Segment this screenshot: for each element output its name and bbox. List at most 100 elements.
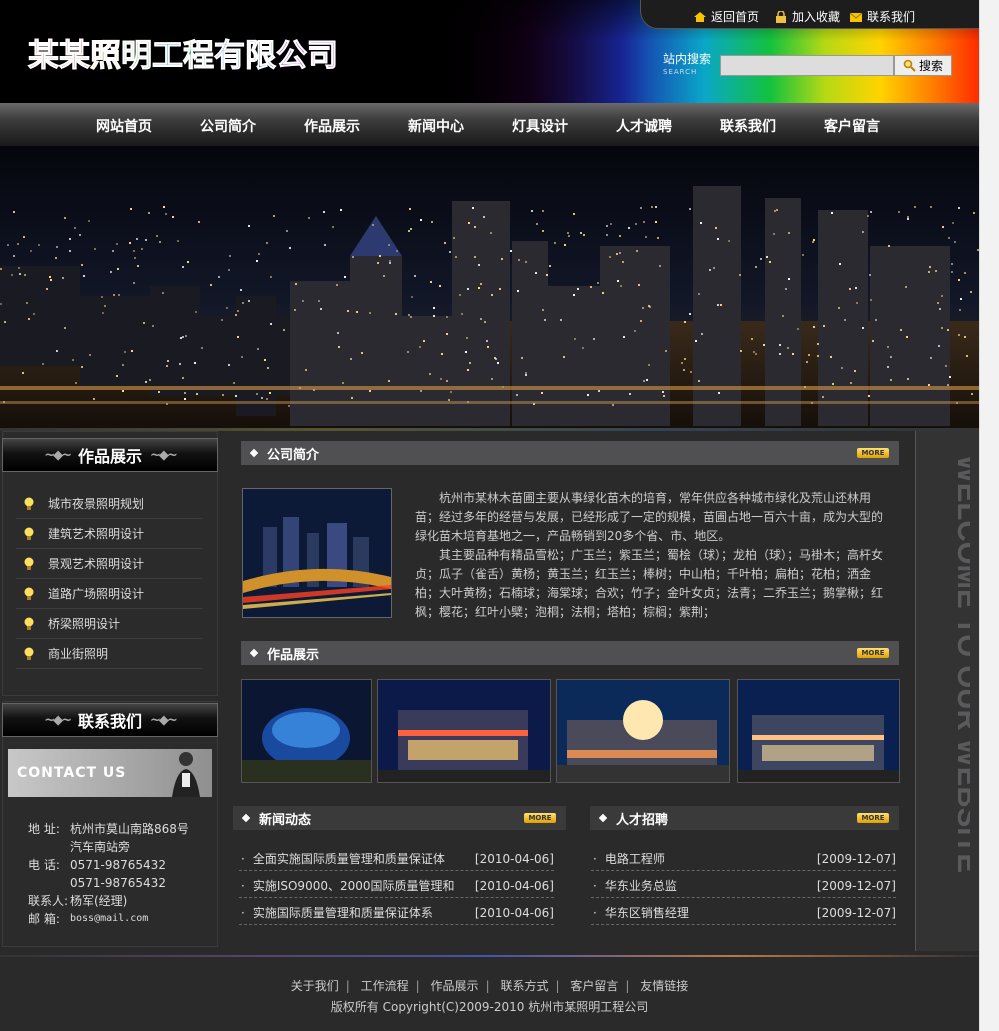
logo-char: 限 [245, 38, 277, 75]
contact-info: 地 址: 杭州市莫山南路868号 汽车南站旁 电 话: 0571-98765432 … [28, 822, 189, 926]
nav-home[interactable]: 网站首页 [96, 116, 152, 136]
intro-more-button[interactable]: MORE [857, 448, 889, 458]
mail-icon [849, 12, 863, 22]
add-favorite-link[interactable]: 加入收藏 [774, 8, 840, 25]
nav-contact[interactable]: 联系我们 [720, 116, 776, 136]
jobs-heading: 人才招聘 MORE [590, 806, 899, 830]
email: boss@mail.com [70, 913, 149, 924]
works-item[interactable]: 道路广场照明设计 [16, 579, 202, 609]
works-heading-center: 作品展示 MORE [241, 641, 899, 665]
logo-char: 照 [90, 38, 122, 75]
news-list: · 全面实施国际质量管理和质量保证体 [2010-04-06] · 实施ISO9000… [239, 847, 554, 927]
contact-link-label: 联系我们 [867, 10, 916, 24]
intro-image [242, 488, 392, 618]
main-nav: 网站首页 公司简介 作品展示 新闻中心 灯具设计 人才诚聘 联系我们 客户留言 [0, 103, 979, 146]
top-links-bar: 返回首页 加入收藏 联系我们 [640, 0, 979, 29]
footer-link-workflow[interactable]: 工作流程 [361, 979, 409, 993]
welcome-sidebar: WELCOME TO OUR WEBSITE [915, 431, 980, 951]
job-item[interactable]: · 华东业务总监 [2009-12-07] [591, 874, 896, 898]
nav-about[interactable]: 公司简介 [200, 116, 256, 136]
add-favorite-label: 加入收藏 [792, 10, 841, 24]
city-night-banner [0, 146, 979, 428]
bulb-icon [24, 647, 34, 661]
home-link[interactable]: 返回首页 [693, 8, 759, 25]
works-more-button[interactable]: MORE [857, 648, 889, 658]
diamond-icon [249, 648, 259, 658]
search-icon [903, 59, 916, 72]
diamond-icon [249, 448, 259, 458]
footer-link-guestbook[interactable]: 客户留言 [570, 979, 618, 993]
works-thumb[interactable] [556, 679, 730, 783]
nav-guestbook[interactable]: 客户留言 [824, 116, 880, 136]
bulb-icon [24, 587, 34, 601]
woman-figure-icon [172, 752, 200, 797]
search-button[interactable]: 搜索 [894, 55, 952, 76]
address: 杭州市莫山南路868号 [70, 822, 189, 836]
footer-link-works[interactable]: 作品展示 [431, 979, 479, 993]
footer-link-contact[interactable]: 联系方式 [500, 979, 548, 993]
news-more-button[interactable]: MORE [524, 813, 556, 823]
news-item[interactable]: · 实施ISO9000、2000国际质量管理和 [2010-04-06] [239, 874, 554, 898]
ornament-left-icon: ~◆~ [44, 712, 72, 728]
job-item[interactable]: · 电路工程师 [2009-12-07] [591, 847, 896, 871]
jobs-more-button[interactable]: MORE [857, 813, 889, 823]
diamond-icon [241, 813, 251, 823]
site-logo[interactable]: 某某照明工程有限公司 [28, 30, 339, 75]
nav-works[interactable]: 作品展示 [304, 116, 360, 136]
bulb-icon [24, 497, 34, 511]
ornament-right-icon: ~◆~ [150, 447, 178, 463]
header: 某某照明工程有限公司 返回首页 加入收藏 联系我们 站内搜索 SEARCH 搜索 [0, 0, 979, 103]
nav-lamp-design[interactable]: 灯具设计 [512, 116, 568, 136]
logo-char: 程 [183, 38, 215, 75]
footer-link-friends[interactable]: 友情链接 [640, 979, 688, 993]
works-item[interactable]: 商业街照明 [16, 639, 202, 669]
logo-char: 某 [59, 38, 91, 75]
logo-char: 工 [152, 38, 184, 75]
phone: 0571-98765432 [70, 858, 166, 872]
logo-char: 公 [276, 38, 308, 75]
home-icon [694, 11, 706, 22]
ornament-right-icon: ~◆~ [150, 712, 178, 728]
news-heading: 新闻动态 MORE [233, 806, 566, 830]
copyright: 版权所有 Copyright(C)2009-2010 杭州市某照明工程公司 [330, 1000, 649, 1014]
phone-2: 0571-98765432 [70, 876, 166, 890]
works-item[interactable]: 桥梁照明设计 [16, 609, 202, 639]
left-column: ~◆~ 作品展示 ~◆~ 城市夜景照明规划 建筑艺术照明设计 景观艺术照明设计 … [0, 431, 225, 951]
diamond-icon [598, 813, 608, 823]
logo-char: 某 [28, 38, 60, 75]
address-line2: 汽车南站旁 [70, 840, 131, 854]
logo-char: 有 [214, 38, 246, 75]
works-thumb[interactable] [377, 679, 551, 783]
bulb-icon [24, 527, 34, 541]
news-item[interactable]: · 实施国际质量管理和质量保证体系 [2010-04-06] [239, 901, 554, 925]
page-scrollbar[interactable] [979, 0, 999, 1031]
works-item[interactable]: 建筑艺术照明设计 [16, 519, 202, 549]
works-list: 城市夜景照明规划 建筑艺术照明设计 景观艺术照明设计 道路广场照明设计 桥梁照明… [16, 489, 202, 669]
nav-jobs[interactable]: 人才诚聘 [616, 116, 672, 136]
job-item[interactable]: · 华东区销售经理 [2009-12-07] [591, 901, 896, 925]
intro-heading: 公司简介 MORE [241, 441, 899, 465]
page: 某某照明工程有限公司 返回首页 加入收藏 联系我们 站内搜索 SEARCH 搜索 [0, 0, 980, 1031]
logo-char: 司 [307, 38, 339, 75]
contact-link[interactable]: 联系我们 [849, 8, 915, 25]
search-input[interactable] [720, 55, 894, 76]
works-heading: ~◆~ 作品展示 ~◆~ [2, 438, 218, 472]
works-thumb[interactable] [737, 679, 900, 783]
main-content: 公司简介 MORE 杭州市某林木苗圃主要从事绿化苗木的培育，常年供应各种城市绿化… [225, 431, 915, 951]
footer-links: 关于我们 | 工作流程 | 作品展示 | 联系方式 | 客户留言 | 友情链接 [290, 979, 689, 993]
news-item[interactable]: · 全面实施国际质量管理和质量保证体 [2010-04-06] [239, 847, 554, 871]
footer-link-about[interactable]: 关于我们 [291, 979, 339, 993]
intro-text: 杭州市某林木苗圃主要从事绿化苗木的培育，常年供应各种城市绿化及荒山还林用苗；经过… [415, 491, 884, 619]
jobs-list: · 电路工程师 [2009-12-07] · 华东业务总监 [2009-12-07] ·… [591, 847, 896, 927]
contact-us-banner: CONTACT US [8, 749, 212, 797]
works-thumb[interactable] [241, 679, 372, 783]
nav-news[interactable]: 新闻中心 [408, 116, 464, 136]
ornament-left-icon: ~◆~ [44, 447, 72, 463]
bulb-icon [24, 557, 34, 571]
works-item[interactable]: 城市夜景照明规划 [16, 489, 202, 519]
welcome-text: WELCOME TO OUR WEBSITE [951, 455, 970, 873]
lock-icon [776, 10, 786, 23]
works-item[interactable]: 景观艺术照明设计 [16, 549, 202, 579]
contact-person: 杨军(经理) [70, 894, 128, 908]
search-label: 站内搜索 SEARCH [663, 52, 712, 77]
